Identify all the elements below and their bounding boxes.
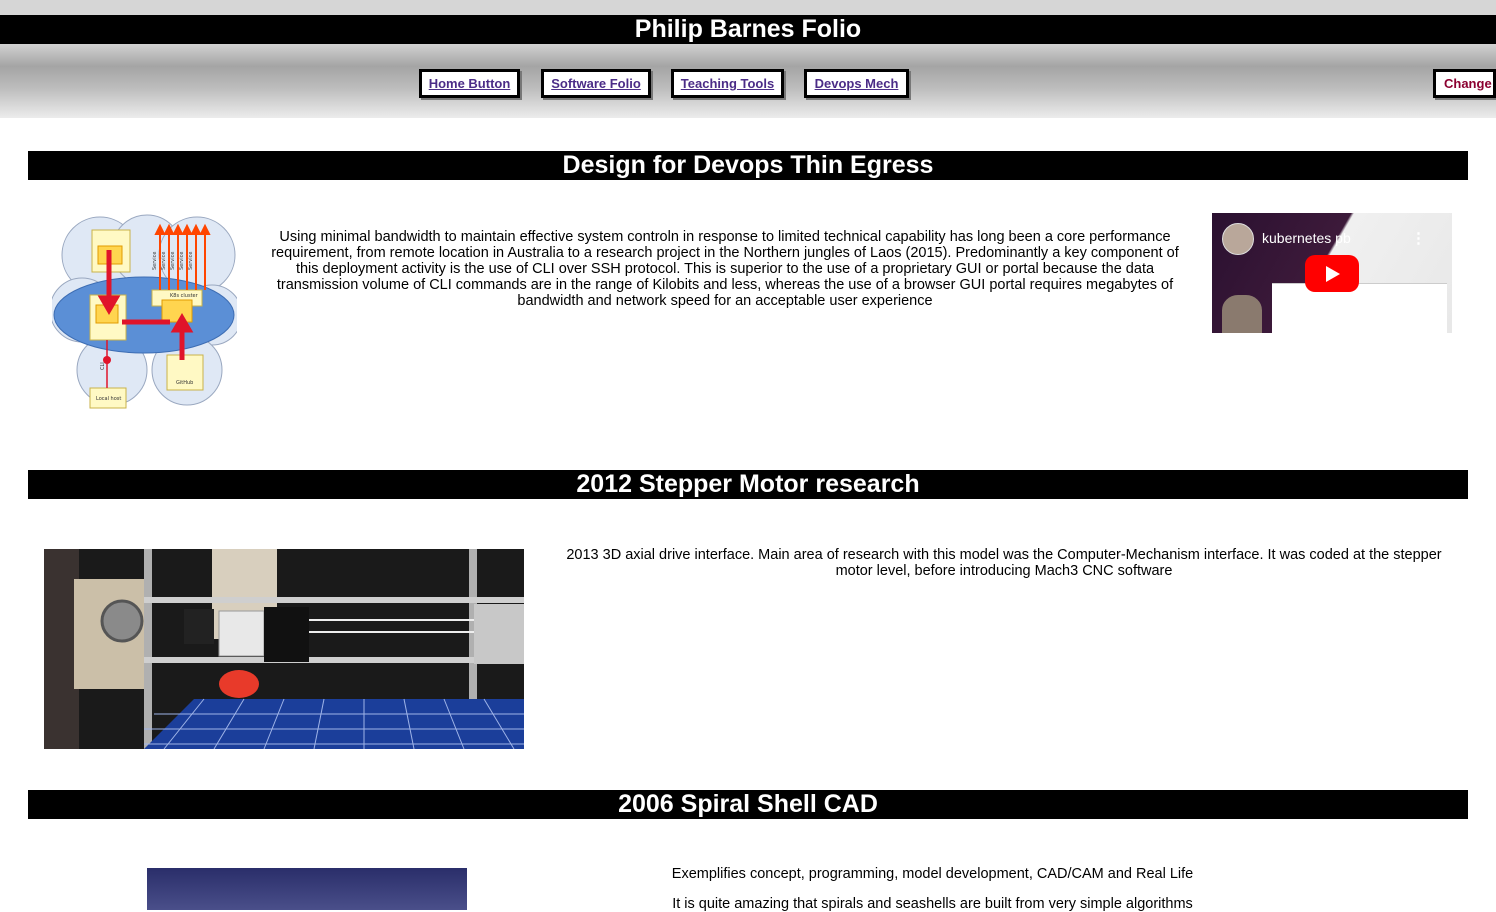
diagram-github-label: GitHub: [176, 380, 193, 386]
site-title: Philip Barnes Folio: [0, 15, 1496, 44]
more-options-icon[interactable]: ⋮: [1411, 229, 1426, 247]
nav-devops-mech[interactable]: Devops Mech: [804, 69, 909, 98]
nav-home-button[interactable]: Home Button: [419, 69, 520, 98]
channel-avatar[interactable]: [1222, 223, 1254, 255]
browser-top-strip: [0, 0, 1496, 15]
diagram-local-label: Local host: [96, 396, 121, 402]
spiral-description-1: Exemplifies concept, programming, model …: [671, 866, 1194, 882]
change-style-button[interactable]: Change C: [1433, 69, 1496, 98]
diagram-k8s-label: K8s cluster: [170, 293, 199, 299]
section-heading-spiral: 2006 Spiral Shell CAD: [28, 790, 1468, 819]
diagram-service-label: Service: [188, 252, 194, 270]
section-heading-stepper: 2012 Stepper Motor research: [28, 470, 1468, 499]
diagram-service-label: Service: [152, 252, 158, 270]
youtube-video-embed[interactable]: kubernetes pb ⋮: [1212, 213, 1452, 333]
devops-diagram-image: Service Service Service Service Service …: [52, 214, 237, 409]
devops-description: Using minimal bandwidth to maintain effe…: [271, 229, 1179, 309]
nav-software-folio[interactable]: Software Folio: [541, 69, 651, 98]
section-heading-devops: Design for Devops Thin Egress: [28, 151, 1468, 180]
nav-teaching-tools[interactable]: Teaching Tools: [671, 69, 784, 98]
stepper-description: 2013 3D axial drive interface. Main area…: [566, 547, 1442, 579]
diagram-service-label: Service: [170, 252, 176, 270]
spiral-shell-image: [147, 868, 467, 910]
video-title[interactable]: kubernetes pb: [1262, 230, 1351, 246]
video-presenter-image: [1222, 295, 1262, 333]
nav-bar: Home Button Software Folio Teaching Tool…: [0, 44, 1496, 118]
diagram-cli-label: CLI: [100, 362, 106, 370]
play-button-icon[interactable]: [1305, 255, 1359, 292]
stepper-motor-photo: [44, 549, 524, 749]
diagram-service-label: Service: [161, 252, 167, 270]
diagram-service-label: Service: [179, 252, 185, 270]
video-thumbnail-screen: [1272, 283, 1447, 333]
